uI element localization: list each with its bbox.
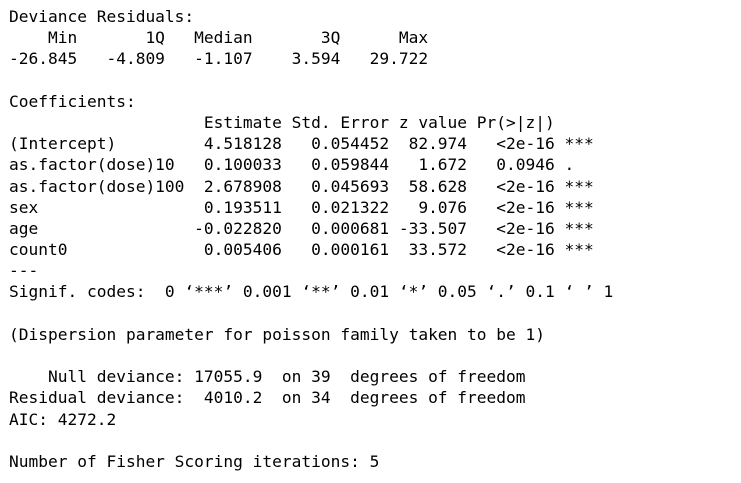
r-console-output[interactable]: Deviance Residuals: Min 1Q Median 3Q Max…: [9, 6, 741, 483]
deviance-residuals-header: Min 1Q Median 3Q Max: [9, 28, 448, 48]
deviance-residuals-values: -26.845 -4.809 -1.107 3.594 29.722: [9, 49, 448, 69]
dispersion-note: (Dispersion parameter for poisson family…: [9, 324, 546, 344]
coefficient-row: (Intercept) 4.518128 0.054452 82.974 <2e…: [9, 134, 594, 154]
deviance-residuals-title: Deviance Residuals:: [9, 7, 204, 26]
separator: ---: [9, 261, 39, 281]
coefficient-row: as.factor(dose)100 2.678908 0.045693 58.…: [9, 176, 594, 196]
coefficient-row: count0 0.005406 0.000161 33.572 <2e-16 *…: [9, 240, 594, 260]
coefficient-row: age -0.022820 0.000681 -33.507 <2e-16 **…: [9, 218, 594, 238]
residual-deviance: Residual deviance: 4010.2 on 34 degrees …: [9, 388, 526, 408]
aic-value: AIC: 4272.2: [9, 409, 117, 429]
coefficients-title: Coefficients:: [9, 91, 136, 111]
signif-codes: Signif. codes: 0 ‘***’ 0.001 ‘**’ 0.01 ‘…: [9, 282, 614, 302]
coefficients-header: Estimate Std. Error z value Pr(>|z|): [9, 112, 594, 132]
fisher-scoring-iterations: Number of Fisher Scoring iterations: 5: [9, 451, 380, 471]
coefficient-row: sex 0.193511 0.021322 9.076 <2e-16 ***: [9, 197, 594, 217]
null-deviance: Null deviance: 17055.9 on 39 degrees of …: [9, 367, 526, 387]
coefficient-row: as.factor(dose)10 0.100033 0.059844 1.67…: [9, 155, 594, 175]
